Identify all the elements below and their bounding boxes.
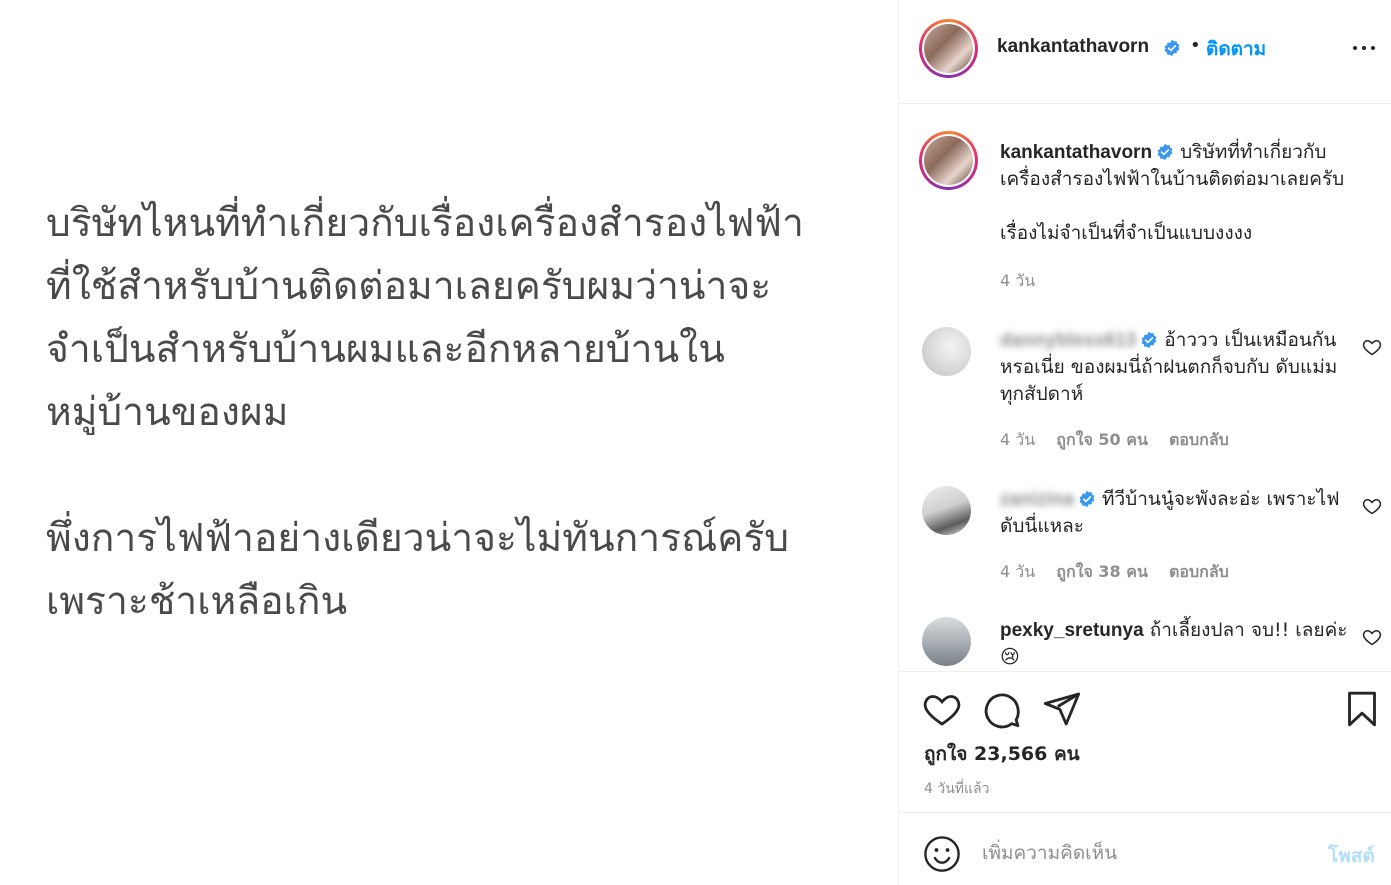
- commenter-username[interactable]: zanizina: [1000, 489, 1074, 510]
- commenter-avatar[interactable]: [922, 486, 971, 535]
- post-side-panel: kankantathavorn • ติดตาม kankantathavorn…: [900, 0, 1391, 885]
- comment-text: zanizina ทีวีบ้านนู๋จะพังละอ่ะ เพราะไฟดั…: [1000, 486, 1356, 540]
- comment-time[interactable]: 4 วัน: [1000, 562, 1035, 581]
- caption-time[interactable]: 4 วัน: [1000, 269, 1035, 294]
- comment-like-heart-icon[interactable]: [1362, 337, 1382, 357]
- comments-list[interactable]: kankantathavorn บริษัทที่ทำเกี่ยวกับเครื…: [900, 105, 1391, 671]
- commenter-username[interactable]: dannybless613: [1000, 330, 1136, 351]
- caption-username[interactable]: kankantathavorn: [1000, 142, 1152, 163]
- commenter-avatar[interactable]: [922, 327, 971, 376]
- post-paragraph-1: บริษัทไหนที่ทำเกี่ยวกับเรื่องเครื่องสำรอ…: [46, 201, 804, 435]
- comment-input[interactable]: [982, 833, 1312, 873]
- caption-text: kankantathavorn บริษัทที่ทำเกี่ยวกับเครื…: [1000, 139, 1370, 247]
- reply-button[interactable]: ตอบกลับ: [1169, 562, 1229, 581]
- post-image-text: บริษัทไหนที่ทำเกี่ยวกับเรื่องเครื่องสำรอ…: [46, 192, 886, 633]
- caption-avatar[interactable]: [919, 131, 978, 190]
- comment-like-heart-icon[interactable]: [1362, 496, 1382, 516]
- share-send-icon[interactable]: [1042, 689, 1082, 729]
- verified-badge-icon: [1157, 143, 1173, 161]
- follow-button[interactable]: ติดตาม: [1206, 34, 1266, 64]
- post-paragraph-2: พึ่งการไฟฟ้าอย่างเดียวน่าจะไม่ทันการณ์คร…: [46, 516, 790, 624]
- verified-badge-icon: [1164, 39, 1180, 57]
- commenter-avatar[interactable]: [922, 617, 971, 666]
- comment-text: dannybless613 อ้าววว เป็นเหมือนกันหรอเนี…: [1000, 327, 1356, 408]
- post-actions: ถูกใจ 23,566 คน 4 วันที่แล้ว: [900, 671, 1391, 813]
- post-comment-button[interactable]: โพสต์: [1328, 841, 1375, 871]
- comment-likes[interactable]: ถูกใจ 38 คน: [1056, 562, 1148, 581]
- comment-meta: 4 วัน ถูกใจ 38 คน ตอบกลับ: [1000, 560, 1245, 585]
- commenter-username[interactable]: pexky_sretunya: [1000, 620, 1144, 641]
- comment-text: pexky_sretunya ถ้าเลี้ยงปลา จบ!! เลยค่ะ …: [1000, 617, 1356, 671]
- verified-badge-icon: [1141, 331, 1157, 349]
- verified-badge-icon: [1079, 490, 1095, 508]
- comment-like-heart-icon[interactable]: [1362, 627, 1382, 647]
- post-image[interactable]: บริษัทไหนที่ทำเกี่ยวกับเรื่องเครื่องสำรอ…: [0, 0, 899, 885]
- caption-body-line2: เรื่องไม่จำเป็นที่จำเป็นแบบงงงง: [1000, 222, 1253, 244]
- header-separator: •: [1190, 35, 1201, 56]
- post-timestamp[interactable]: 4 วันที่แล้ว: [924, 778, 989, 800]
- comment-meta: 4 วัน ถูกใจ 50 คน ตอบกลับ: [1000, 428, 1245, 453]
- reply-button[interactable]: ตอบกลับ: [1169, 430, 1229, 449]
- bookmark-save-icon[interactable]: [1342, 689, 1382, 729]
- add-comment-bar: โพสต์: [900, 813, 1391, 885]
- comment-time[interactable]: 4 วัน: [1000, 430, 1035, 449]
- avatar[interactable]: [919, 19, 978, 78]
- post-header: kankantathavorn • ติดตาม: [900, 0, 1391, 104]
- emoji-icon[interactable]: [923, 835, 961, 873]
- comment-bubble-icon[interactable]: [982, 689, 1022, 729]
- comment-likes[interactable]: ถูกใจ 50 คน: [1056, 430, 1148, 449]
- like-heart-icon[interactable]: [922, 689, 962, 729]
- likes-count[interactable]: ถูกใจ 23,566 คน: [924, 739, 1080, 769]
- header-username[interactable]: kankantathavorn: [997, 36, 1149, 58]
- more-options-icon[interactable]: [1352, 36, 1376, 60]
